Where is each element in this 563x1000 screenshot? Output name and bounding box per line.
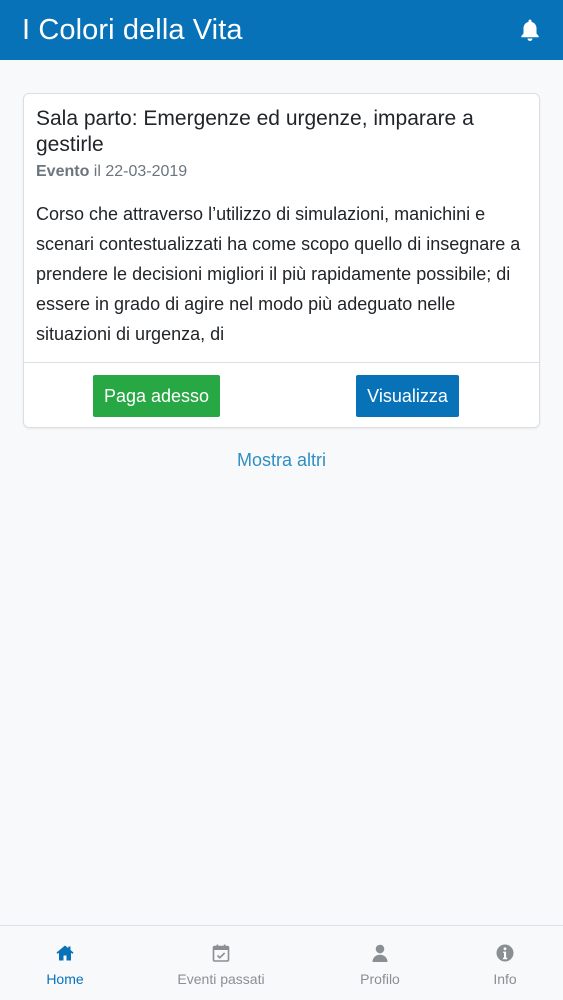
event-meta: Evento il 22-03-2019 [36,163,527,181]
event-card-body: Sala parto: Emergenze ed urgenze, impara… [24,94,539,362]
info-circle-icon [496,944,514,962]
app-title: I Colori della Vita [22,13,243,46]
app-header: I Colori della Vita [0,0,563,60]
event-card: Sala parto: Emergenze ed urgenze, impara… [23,93,540,428]
nav-label-home: Home [46,971,84,987]
pay-now-button[interactable]: Paga adesso [93,375,220,417]
event-card-footer: Paga adesso Visualizza [24,362,539,427]
nav-label-past-events: Eventi passati [177,971,265,987]
user-icon [372,944,388,962]
event-description: Corso che attraverso l’utilizzo di simul… [36,204,521,344]
bottom-nav: Home Eventi passati Profilo Info [0,925,563,1000]
nav-item-info[interactable]: Info [445,926,563,1000]
home-icon [56,945,74,961]
nav-label-info: Info [493,971,517,987]
view-button[interactable]: Visualizza [356,375,459,417]
show-more-link[interactable]: Mostra altri [0,450,563,471]
nav-item-home[interactable]: Home [5,926,125,1000]
event-date: il 22-03-2019 [93,163,188,180]
event-title: Sala parto: Emergenze ed urgenze, impara… [36,107,474,156]
nav-label-profile: Profilo [360,971,400,987]
event-type: Evento [36,163,90,180]
calendar-check-icon [212,944,230,962]
bell-icon[interactable] [519,18,541,42]
nav-item-past-events[interactable]: Eventi passati [161,926,281,1000]
nav-item-profile[interactable]: Profilo [320,926,440,1000]
